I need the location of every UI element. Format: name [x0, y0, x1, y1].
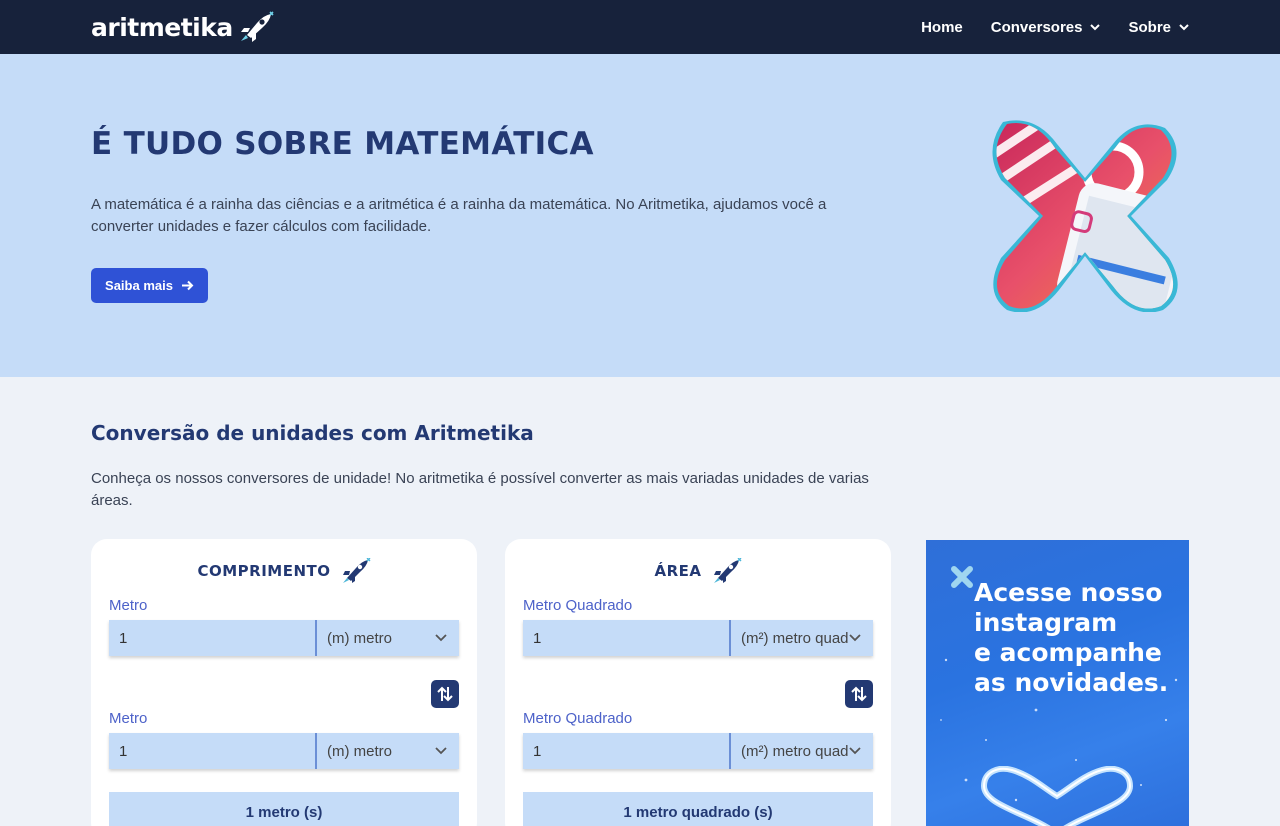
to-field: (m²) metro quadrado	[523, 733, 873, 769]
chevron-down-icon	[1179, 23, 1189, 30]
heart-icon	[980, 766, 1134, 826]
hero-description: A matemática é a rainha das ciências e a…	[91, 196, 827, 235]
to-unit-select[interactable]: (m) metro	[317, 733, 459, 769]
nav-home-label: Home	[921, 18, 963, 36]
from-value-input[interactable]	[523, 620, 731, 656]
top-navbar: aritmetika Home Conversores Sobre	[0, 0, 1280, 54]
card-title-text: COMPRIMENTO	[197, 562, 331, 580]
rocket-icon	[713, 558, 741, 583]
swap-icon	[851, 686, 867, 702]
card-title: ÁREA	[505, 558, 891, 584]
to-unit-selected: (m²) metro quadrado	[741, 742, 849, 760]
logo[interactable]: aritmetika	[91, 11, 275, 43]
nav-sobre[interactable]: Sobre	[1128, 19, 1189, 36]
from-unit-select[interactable]: (m) metro	[317, 620, 459, 656]
to-value-input[interactable]	[109, 733, 317, 769]
hero-section: É TUDO SOBRE MATEMÁTICA A matemática é a…	[0, 54, 1280, 377]
nav-home[interactable]: Home	[921, 19, 963, 36]
from-field: (m²) metro quadrado	[523, 620, 873, 656]
nav-conversores-label: Conversores	[990, 18, 1083, 36]
instagram-banner-text: Acesse nosso instagram e acompanhe as no…	[974, 578, 1184, 698]
to-unit-label: Metro Quadrado	[523, 710, 633, 727]
chevron-down-icon	[435, 634, 447, 642]
card-title-text: ÁREA	[654, 562, 702, 580]
section-title: Conversão de unidades com Aritmetika	[91, 421, 534, 445]
from-unit-selected: (m) metro	[327, 629, 392, 647]
section-description: Conheça os nossos conversores de unidade…	[91, 470, 869, 509]
x-mark-icon	[951, 566, 973, 588]
ad-line: as novidades.	[974, 668, 1169, 697]
to-field: (m) metro	[109, 733, 459, 769]
to-unit-select[interactable]: (m²) metro quadrado	[731, 733, 873, 769]
converter-card-area: ÁREA Metro Quadrado (m²) metro quadrado …	[505, 539, 891, 826]
rocket-icon	[240, 11, 274, 42]
chevron-down-icon	[1090, 23, 1101, 30]
card-title: COMPRIMENTO	[91, 558, 477, 584]
saiba-mais-button[interactable]: Saiba mais	[91, 268, 208, 303]
from-field: (m) metro	[109, 620, 459, 656]
arrow-right-icon	[181, 280, 194, 291]
saiba-mais-label: Saiba mais	[105, 278, 173, 293]
to-unit-selected: (m) metro	[327, 742, 392, 760]
rocket-icon	[342, 558, 371, 583]
chevron-down-icon	[435, 747, 447, 755]
ad-line: e acompanhe	[974, 638, 1162, 667]
from-unit-select[interactable]: (m²) metro quadrado	[731, 620, 873, 656]
hero-title: É TUDO SOBRE MATEMÁTICA	[91, 126, 594, 162]
from-unit-label: Metro Quadrado	[523, 597, 633, 614]
conversion-result: 1 metro (s)	[109, 792, 459, 826]
to-unit-label: Metro	[109, 710, 148, 727]
from-unit-label: Metro	[109, 597, 148, 614]
nav-sobre-label: Sobre	[1128, 18, 1171, 36]
swap-units-button[interactable]	[845, 680, 873, 708]
chevron-down-icon	[849, 747, 861, 755]
ad-line: instagram	[974, 608, 1118, 637]
from-value-input[interactable]	[109, 620, 317, 656]
nav-conversores[interactable]: Conversores	[991, 19, 1101, 36]
conversion-result: 1 metro quadrado (s)	[523, 792, 873, 826]
logo-text: aritmetika	[91, 12, 233, 42]
to-value-input[interactable]	[523, 733, 731, 769]
instagram-banner[interactable]: Acesse nosso instagram e acompanhe as no…	[926, 540, 1189, 826]
nav-links: Home Conversores Sobre	[921, 0, 1189, 54]
swap-icon	[437, 686, 453, 702]
chevron-down-icon	[849, 634, 861, 642]
ad-line: Acesse nosso	[974, 578, 1163, 607]
from-unit-selected: (m²) metro quadrado	[741, 629, 849, 647]
converter-card-comprimento: COMPRIMENTO Metro (m) metro Metro (m) me…	[91, 539, 477, 826]
swap-units-button[interactable]	[431, 680, 459, 708]
instagram-x-illustration	[992, 120, 1178, 312]
